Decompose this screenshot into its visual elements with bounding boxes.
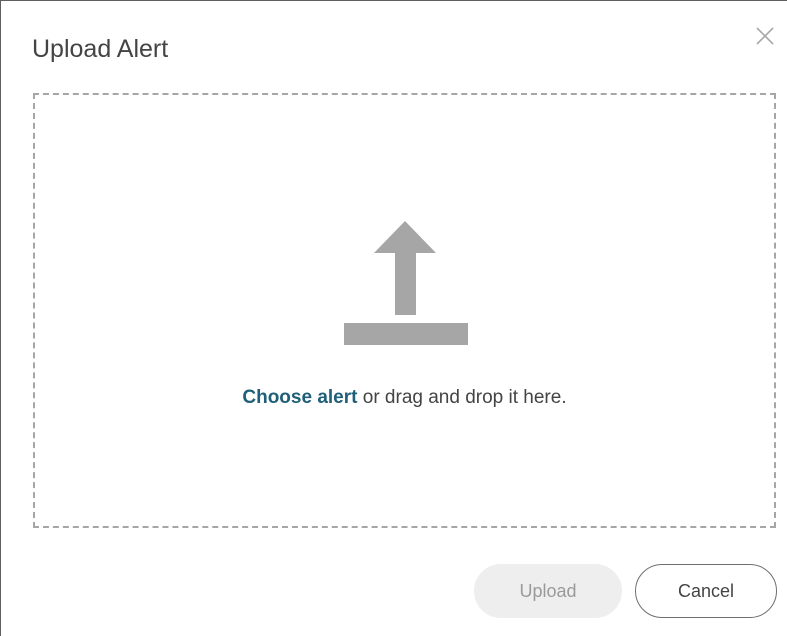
close-icon[interactable] <box>753 24 777 48</box>
drop-instructions: Choose alert or drag and drop it here. <box>35 385 774 411</box>
dialog-title: Upload Alert <box>32 35 169 63</box>
drop-instructions-text: or drag and drop it here. <box>357 387 567 408</box>
file-drop-zone[interactable]: Choose alert or drag and drop it here. <box>33 93 776 528</box>
upload-alert-dialog: Upload Alert Choose alert or drag and dr… <box>0 0 787 636</box>
upload-button[interactable]: Upload <box>474 564 622 618</box>
upload-arrow-icon <box>344 219 468 345</box>
cancel-button[interactable]: Cancel <box>635 564 777 618</box>
choose-alert-link[interactable]: Choose alert <box>242 387 357 408</box>
